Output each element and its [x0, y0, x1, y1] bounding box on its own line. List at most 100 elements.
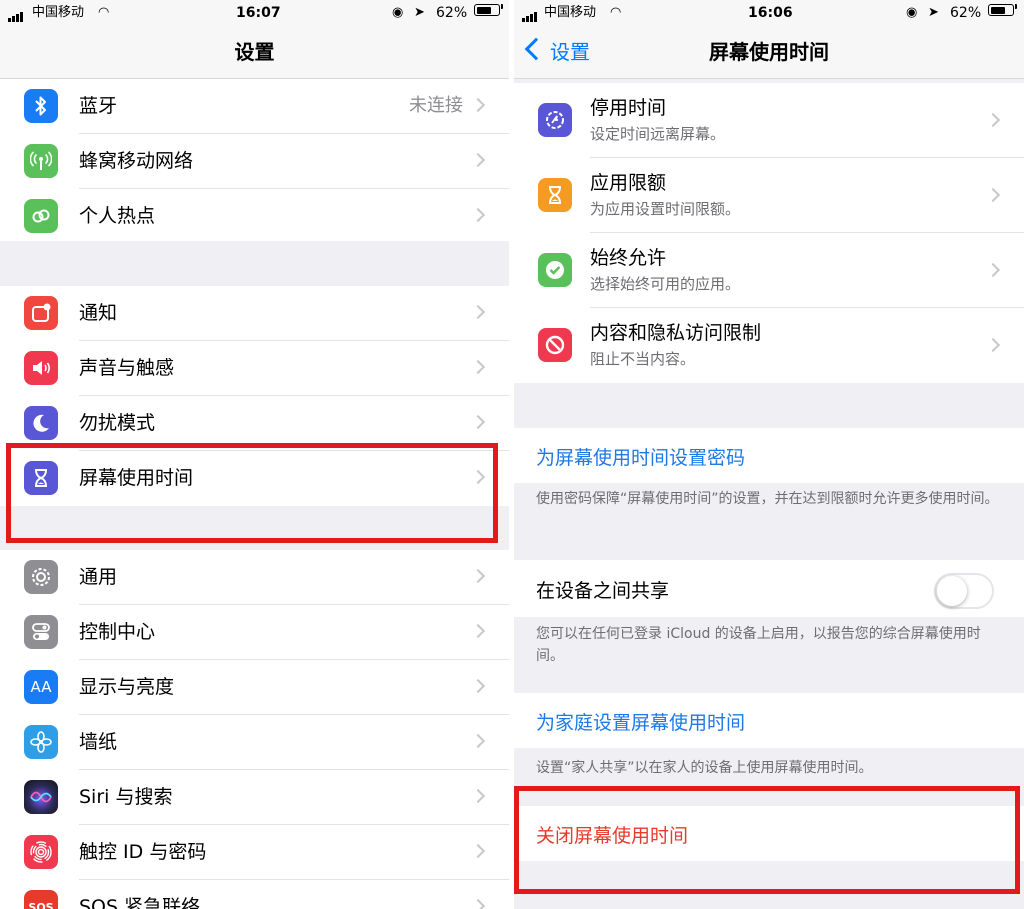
- hourglass-icon: [538, 178, 572, 212]
- settings-item-bluetooth[interactable]: 蓝牙 未连接: [0, 79, 509, 134]
- chevron-right-icon: [470, 97, 486, 113]
- status-bar: 中国移动 ◠ 16:07 ◉ ➤ 62%: [0, 0, 509, 26]
- wifi-icon: ◠: [98, 5, 110, 20]
- display-icon: AA: [24, 670, 58, 704]
- chevron-right-icon: [470, 152, 486, 168]
- option-app-limits[interactable]: 应用限额 为应用设置时间限额。: [514, 158, 1024, 233]
- chevron-right-icon: [470, 843, 486, 859]
- option-title: 应用限额: [590, 172, 667, 194]
- settings-item-label: 勿扰模式: [79, 412, 156, 434]
- nav-bar: 屏幕使用时间 设置: [514, 26, 1024, 79]
- family-cell[interactable]: 为家庭设置屏幕使用时间: [514, 693, 1024, 748]
- chevron-right-icon: [470, 788, 486, 804]
- option-subtitle: 设定时间远离屏幕。: [590, 125, 726, 143]
- settings-item-label: 控制中心: [79, 621, 156, 643]
- settings-item-label: 声音与触感: [79, 357, 175, 379]
- settings-item-siri[interactable]: Siri 与搜索: [0, 770, 509, 825]
- settings-screen: 中国移动 ◠ 16:07 ◉ ➤ 62% 设置 蓝牙 未连接 蜂窝移动网络 个人…: [0, 0, 509, 909]
- chevron-right-icon: [470, 678, 486, 694]
- settings-item-notifications[interactable]: 通知: [0, 286, 509, 341]
- settings-item-label: 屏幕使用时间: [79, 467, 194, 489]
- option-title: 内容和隐私访问限制: [590, 322, 762, 344]
- settings-item-label: 蜂窝移动网络: [79, 150, 194, 172]
- nav-bar: 设置: [0, 26, 509, 79]
- settings-item-control-center[interactable]: 控制中心: [0, 605, 509, 660]
- share-toggle[interactable]: [934, 573, 994, 609]
- wallpaper-icon: [24, 725, 58, 759]
- chevron-right-icon: [470, 733, 486, 749]
- settings-item-label: 蓝牙: [79, 95, 118, 117]
- signal-icon: [522, 4, 538, 22]
- settings-item-label: 触控 ID 与密码: [79, 841, 207, 863]
- family-setup-link[interactable]: 为家庭设置屏幕使用时间: [536, 708, 745, 735]
- set-passcode-link[interactable]: 为屏幕使用时间设置密码: [536, 443, 745, 470]
- option-subtitle: 选择始终可用的应用。: [590, 275, 741, 293]
- chevron-right-icon: [470, 568, 486, 584]
- restriction-icon: [538, 328, 572, 362]
- settings-group-alerts: 通知 声音与触感 勿扰模式 屏幕使用时间: [0, 286, 509, 506]
- bluetooth-icon: [24, 89, 58, 123]
- sound-icon: [24, 351, 58, 385]
- sos-icon: SOS: [24, 890, 58, 909]
- notifications-icon: [24, 296, 58, 330]
- page-title: 设置: [234, 40, 275, 64]
- chevron-right-icon: [985, 262, 1001, 278]
- settings-item-hotspot[interactable]: 个人热点: [0, 189, 509, 244]
- siri-icon: [24, 780, 58, 814]
- option-title: 始终允许: [590, 247, 667, 269]
- settings-item-sounds[interactable]: 声音与触感: [0, 341, 509, 396]
- back-button[interactable]: 设置: [524, 37, 590, 65]
- option-downtime[interactable]: 停用时间 设定时间远离屏幕。: [514, 83, 1024, 158]
- chevron-right-icon: [470, 623, 486, 639]
- settings-item-screen-time[interactable]: 屏幕使用时间: [0, 451, 509, 506]
- wifi-icon: ◠: [610, 5, 622, 20]
- share-footer: 您可以在任何已登录 iCloud 的设备上启用，以报告您的综合屏幕使用时间。: [536, 626, 981, 664]
- chevron-right-icon: [470, 469, 486, 485]
- settings-group-system: 通用 控制中心 AA 显示与亮度 墙纸 Siri 与搜索 触控 ID 与密码 S…: [0, 550, 509, 909]
- settings-item-touch-id[interactable]: 触控 ID 与密码: [0, 825, 509, 880]
- location-icon: ➤: [414, 5, 425, 20]
- status-bar: 中国移动 ◠ 16:06 ◉ ➤ 62%: [514, 0, 1024, 26]
- option-title: 停用时间: [590, 97, 667, 119]
- clock: 16:07: [236, 5, 281, 21]
- chevron-right-icon: [985, 187, 1001, 203]
- settings-item-general[interactable]: 通用: [0, 550, 509, 605]
- page-title: 屏幕使用时间: [709, 40, 829, 64]
- settings-item-emergency-sos[interactable]: SOS SOS 紧急联络: [0, 880, 509, 909]
- settings-item-label: 显示与亮度: [79, 676, 175, 698]
- option-always-allowed[interactable]: 始终允许 选择始终可用的应用。: [514, 233, 1024, 308]
- turn-off-cell[interactable]: 关闭屏幕使用时间: [514, 806, 1024, 861]
- carrier-label: 中国移动: [32, 5, 85, 20]
- turn-off-screen-time-button[interactable]: 关闭屏幕使用时间: [536, 821, 688, 848]
- option-subtitle: 阻止不当内容。: [590, 350, 696, 368]
- location-icon: ➤: [928, 5, 939, 20]
- chevron-right-icon: [985, 337, 1001, 353]
- battery-percent: 62%: [950, 5, 982, 21]
- chevron-left-icon: [524, 37, 548, 61]
- gear-icon: [24, 560, 58, 594]
- back-button-label: 设置: [550, 40, 590, 64]
- chevron-right-icon: [470, 359, 486, 375]
- chevron-right-icon: [470, 207, 486, 223]
- settings-item-label: 通用: [79, 566, 118, 588]
- option-subtitle: 为应用设置时间限额。: [590, 200, 741, 218]
- signal-icon: [8, 4, 24, 22]
- option-content-privacy[interactable]: 内容和隐私访问限制 阻止不当内容。: [514, 308, 1024, 383]
- downtime-icon: [538, 103, 572, 137]
- settings-item-do-not-disturb[interactable]: 勿扰模式: [0, 396, 509, 451]
- passcode-cell[interactable]: 为屏幕使用时间设置密码: [514, 428, 1024, 483]
- switches-icon: [24, 615, 58, 649]
- settings-item-label: 个人热点: [79, 205, 156, 227]
- lock-rotation-icon: ◉: [392, 5, 404, 20]
- toggle-knob: [937, 576, 967, 606]
- battery-icon: [988, 4, 1014, 16]
- settings-item-label: 通知: [79, 302, 118, 324]
- moon-icon: [24, 406, 58, 440]
- settings-item-label: SOS 紧急联络: [79, 896, 201, 909]
- share-across-devices-cell: 在设备之间共享: [514, 560, 1024, 617]
- lock-rotation-icon: ◉: [906, 5, 918, 20]
- settings-item-display[interactable]: AA 显示与亮度: [0, 660, 509, 715]
- settings-item-cellular[interactable]: 蜂窝移动网络: [0, 134, 509, 189]
- settings-item-wallpaper[interactable]: 墙纸: [0, 715, 509, 770]
- screen-time-options: 停用时间 设定时间远离屏幕。 应用限额 为应用设置时间限额。 始终允许 选择始终…: [514, 83, 1024, 383]
